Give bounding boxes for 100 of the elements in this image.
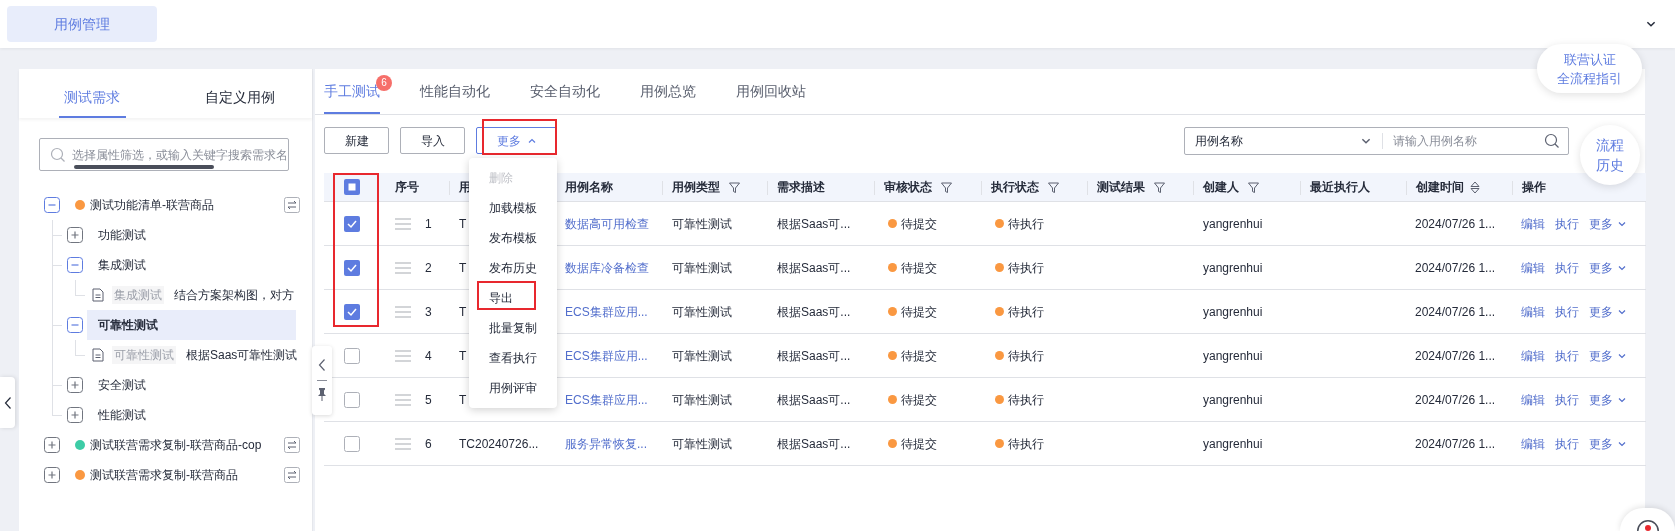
- collapse-tab[interactable]: [0, 377, 15, 428]
- drag-handle-icon[interactable]: [395, 261, 411, 274]
- collapse-toggle[interactable]: [44, 197, 60, 213]
- drag-handle-icon[interactable]: [395, 305, 411, 318]
- action-link[interactable]: 编辑: [1521, 214, 1545, 233]
- menu-item[interactable]: 加载模板: [469, 193, 557, 223]
- more-link[interactable]: 更多: [1589, 346, 1627, 365]
- checkbox[interactable]: [344, 259, 360, 276]
- filter-icon[interactable]: [1247, 180, 1260, 194]
- action-link[interactable]: 执行: [1555, 214, 1579, 233]
- filter-icon[interactable]: [728, 180, 741, 194]
- action-link[interactable]: 执行: [1555, 346, 1579, 365]
- filter-icon[interactable]: [1153, 180, 1166, 194]
- drag-handle-icon[interactable]: [395, 437, 411, 450]
- more-link[interactable]: 更多: [1589, 302, 1627, 321]
- tree-item[interactable]: 安全测试: [87, 370, 296, 400]
- panel-tab[interactable]: 自定义用例: [205, 79, 273, 118]
- drag-handle-icon[interactable]: [395, 217, 411, 230]
- case-link[interactable]: ECS集群应用...: [565, 392, 648, 407]
- action-link[interactable]: 执行: [1555, 390, 1579, 409]
- checkbox[interactable]: [344, 391, 360, 408]
- menu-item[interactable]: 批量复制: [469, 313, 557, 343]
- panel-tab[interactable]: 测试需求: [58, 79, 126, 118]
- menu-item[interactable]: 发布模板: [469, 223, 557, 253]
- pin-icon[interactable]: [317, 387, 327, 401]
- floating-button[interactable]: [1620, 508, 1675, 531]
- tree-item[interactable]: 测试联营需求复制-联营商品: [90, 466, 238, 484]
- expand-toggle[interactable]: [44, 467, 60, 483]
- tree-item[interactable]: 性能测试: [87, 400, 296, 430]
- expand-toggle[interactable]: [67, 407, 83, 423]
- filter-icon[interactable]: [940, 180, 953, 194]
- status-text: 待执行: [1008, 259, 1044, 277]
- action-link[interactable]: 执行: [1555, 302, 1579, 321]
- swap-icon[interactable]: [284, 197, 300, 213]
- table-cell: T: [459, 260, 467, 275]
- search-field[interactable]: 选择属性筛选，或输入关键字搜索需求名: [39, 138, 289, 171]
- sort-icon[interactable]: [1470, 180, 1480, 194]
- action-link[interactable]: 编辑: [1521, 302, 1545, 321]
- case-link[interactable]: ECS集群应用...: [565, 348, 648, 363]
- action-link[interactable]: 编辑: [1521, 346, 1545, 365]
- action-link[interactable]: 执行: [1555, 434, 1579, 453]
- checkbox[interactable]: [344, 179, 360, 195]
- tab[interactable]: 安全自动化: [530, 70, 600, 114]
- expand-toggle[interactable]: [44, 437, 60, 453]
- table-cell: 根据Saas可...: [777, 436, 851, 451]
- collapse-toggle[interactable]: [67, 257, 83, 273]
- chevron-left-icon[interactable]: [3, 395, 12, 410]
- chevron-left-icon[interactable]: [318, 358, 326, 372]
- tree-item[interactable]: 测试功能清单-联营商品: [90, 196, 214, 214]
- tree-item[interactable]: 功能测试: [87, 220, 296, 250]
- filter-icon[interactable]: [1047, 180, 1060, 194]
- drag-handle-icon[interactable]: [395, 393, 411, 406]
- more-link[interactable]: 更多: [1589, 214, 1627, 233]
- guide-button[interactable]: 联营认证 全流程指引: [1537, 44, 1642, 93]
- toolbar-button[interactable]: 导入: [400, 127, 465, 154]
- swap-icon[interactable]: [284, 437, 300, 453]
- action-link[interactable]: 编辑: [1521, 390, 1545, 409]
- more-link[interactable]: 更多: [1589, 258, 1627, 277]
- tree-item[interactable]: 测试联营需求复制-联营商品-cop: [90, 436, 262, 454]
- scrollbar-thumb[interactable]: [74, 165, 214, 169]
- tree-item[interactable]: 结合方案架构图，对方: [174, 286, 294, 304]
- action-link[interactable]: 编辑: [1521, 434, 1545, 453]
- action-link[interactable]: 编辑: [1521, 258, 1545, 277]
- expand-toggle[interactable]: [67, 377, 83, 393]
- case-link[interactable]: ECS集群应用...: [565, 304, 648, 319]
- tree-item[interactable]: 集成测试: [87, 250, 296, 280]
- more-dropdown-button[interactable]: 更多: [476, 127, 557, 154]
- column-header: 用例名称: [565, 179, 613, 196]
- table-cell: 可靠性测试: [672, 392, 732, 407]
- collapse-toggle[interactable]: [67, 317, 83, 333]
- expand-toggle[interactable]: [67, 227, 83, 243]
- search-icon[interactable]: [1544, 132, 1560, 149]
- drag-handle-icon[interactable]: [395, 349, 411, 362]
- case-link[interactable]: 数据库冷备检查: [565, 260, 649, 275]
- tab[interactable]: 用例回收站: [736, 70, 806, 114]
- tab[interactable]: 性能自动化: [420, 70, 490, 114]
- menu-item[interactable]: 导出: [469, 283, 557, 313]
- search-field[interactable]: 用例名称 请输入用例名称: [1184, 126, 1569, 155]
- checkbox[interactable]: [344, 435, 360, 452]
- tree-item[interactable]: 可靠性测试: [87, 310, 296, 340]
- case-link[interactable]: 数据高可用检查: [565, 216, 649, 231]
- menu-item[interactable]: 查看执行: [469, 343, 557, 373]
- checkbox[interactable]: [344, 215, 360, 232]
- checkbox[interactable]: [344, 347, 360, 364]
- table-cell: 可靠性测试: [672, 348, 732, 363]
- module-tab[interactable]: 用例管理: [7, 6, 157, 42]
- tree-item[interactable]: 根据Saas可靠性测试: [186, 346, 298, 364]
- case-link[interactable]: 服务异常恢复...: [565, 436, 647, 451]
- status-text: 待执行: [1008, 303, 1044, 321]
- menu-item[interactable]: 用例评审: [469, 373, 557, 403]
- menu-item[interactable]: 发布历史: [469, 253, 557, 283]
- more-link[interactable]: 更多: [1589, 390, 1627, 409]
- document-icon: [92, 348, 104, 362]
- action-link[interactable]: 执行: [1555, 258, 1579, 277]
- toolbar-button[interactable]: 新建: [324, 127, 389, 154]
- checkbox[interactable]: [344, 303, 360, 320]
- swap-icon[interactable]: [284, 467, 300, 483]
- tab[interactable]: 用例总览: [640, 70, 696, 114]
- field-select[interactable]: 用例名称: [1185, 126, 1382, 155]
- more-link[interactable]: 更多: [1589, 434, 1627, 453]
